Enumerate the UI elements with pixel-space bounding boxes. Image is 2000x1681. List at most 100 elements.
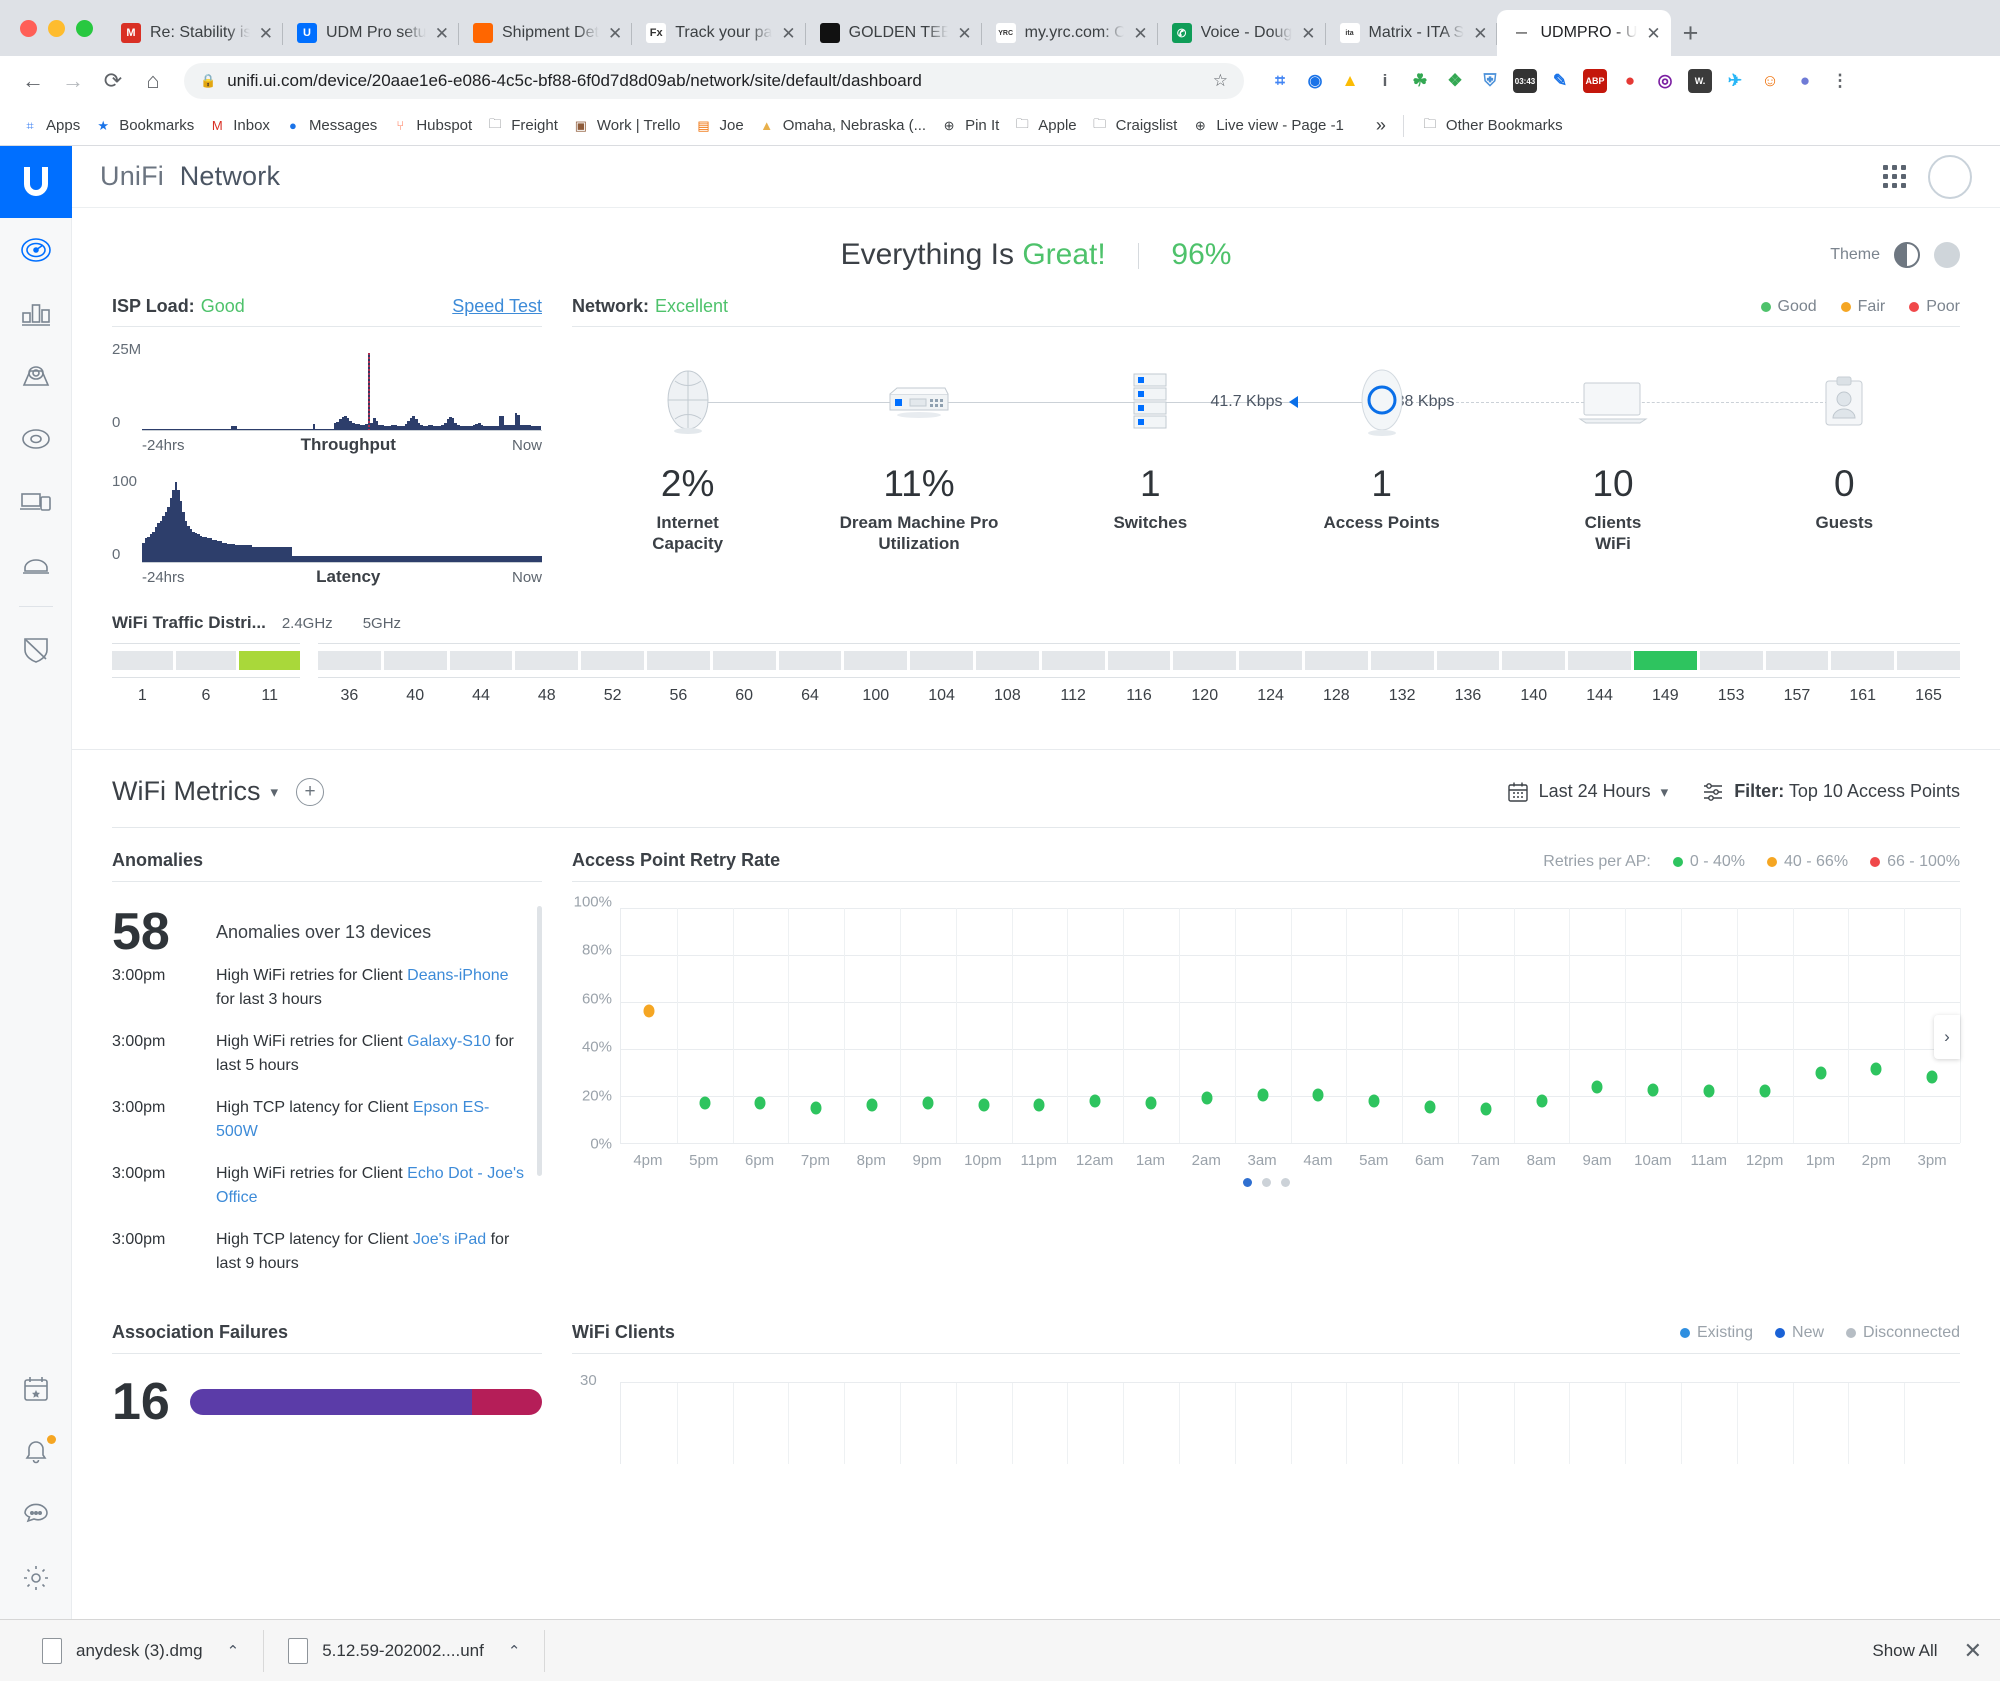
time-range-picker[interactable]: Last 24 Hours ▾ (1507, 781, 1668, 803)
forward-icon[interactable]: → (56, 64, 90, 98)
tab-close-icon[interactable]: ✕ (957, 25, 971, 42)
channel-cell[interactable] (844, 651, 908, 670)
channel-cell[interactable] (383, 651, 447, 670)
sidebar-item-devices[interactable] (0, 407, 72, 470)
data-point[interactable] (810, 1101, 822, 1115)
access-points-node[interactable]: 1 Access Points (1266, 363, 1497, 533)
tab-close-icon[interactable]: ✕ (1133, 25, 1147, 42)
data-point[interactable] (978, 1098, 990, 1112)
channel-cell[interactable] (646, 651, 710, 670)
channel-cell[interactable] (1436, 651, 1500, 670)
channel-cell[interactable] (449, 651, 513, 670)
theme-switcher[interactable]: Theme (1830, 242, 1960, 268)
minimize-window-button[interactable] (48, 19, 65, 37)
channel-cell[interactable] (112, 651, 173, 670)
close-window-button[interactable] (20, 19, 37, 37)
add-widget-button[interactable]: + (296, 777, 325, 806)
tab-close-icon[interactable]: ✕ (1301, 25, 1315, 42)
clients-node[interactable]: 10 Clients WiFi (1497, 363, 1728, 555)
red-dot-icon[interactable]: ● (1618, 69, 1642, 93)
channel-cell[interactable] (1502, 651, 1566, 670)
channel-cell[interactable] (515, 651, 579, 670)
data-point[interactable] (1424, 1100, 1436, 1114)
bookmark-item[interactable]: 🗀 Freight (479, 113, 565, 139)
channel-cell[interactable] (1041, 651, 1105, 670)
browser-tab[interactable]: ita Matrix - ITA S ✕ (1326, 10, 1498, 56)
channel-cell[interactable] (581, 651, 644, 670)
band-5-track[interactable] (318, 644, 1960, 677)
channel-cell[interactable] (1370, 651, 1434, 670)
channel-cell[interactable] (1568, 651, 1631, 670)
browser-tab[interactable]: Fx Track your pa ✕ (632, 10, 807, 56)
channel-cell[interactable] (1633, 651, 1697, 670)
data-point[interactable] (866, 1098, 878, 1112)
sidebar-item-statistics[interactable] (0, 281, 72, 344)
pagination-dot[interactable] (1242, 1178, 1252, 1187)
pagination-dot[interactable] (1261, 1178, 1271, 1187)
data-point[interactable] (1759, 1084, 1771, 1098)
anomaly-client-link[interactable]: Deans-iPhone (407, 967, 508, 984)
data-point[interactable] (1870, 1062, 1882, 1076)
account-avatar[interactable] (1928, 154, 1972, 199)
theme-dark-toggle[interactable] (1934, 242, 1960, 268)
filter-control[interactable]: Filter: Top 10 Access Points (1702, 781, 1960, 803)
gateway-node[interactable]: 11% Dream Machine Pro Utilization (803, 363, 1034, 555)
channel-cell[interactable] (778, 651, 842, 670)
tab-close-icon[interactable]: ✕ (259, 25, 273, 42)
blue-circle-icon[interactable]: ◉ (1303, 69, 1327, 93)
orange-icon[interactable]: ☺ (1758, 69, 1782, 93)
wifi-metrics-selector[interactable]: WiFi Metrics ▾ (112, 776, 278, 807)
sidebar-item-security[interactable] (0, 617, 72, 680)
data-point[interactable] (1033, 1098, 1045, 1112)
menu-icon[interactable]: ⋮ (1828, 69, 1852, 93)
browser-tab[interactable]: YRC my.yrc.com: C ✕ (982, 10, 1158, 56)
bookmark-item[interactable]: 🗀 Craigslist (1084, 113, 1185, 139)
data-point[interactable] (1312, 1088, 1324, 1102)
w-icon[interactable]: W. (1688, 69, 1712, 93)
anomaly-client-link[interactable]: Echo Dot - Joe's Office (216, 1165, 524, 1206)
data-point[interactable] (1926, 1070, 1938, 1084)
data-point[interactable] (1647, 1083, 1659, 1097)
data-point[interactable] (922, 1096, 934, 1110)
maximize-window-button[interactable] (76, 19, 93, 37)
pencil-icon[interactable]: ✎ (1548, 69, 1572, 93)
data-point[interactable] (754, 1096, 766, 1110)
channel-cell[interactable] (1831, 651, 1895, 670)
window-controls[interactable] (14, 0, 107, 56)
bookmark-item[interactable]: ★ Bookmarks (87, 113, 201, 139)
bookmark-item[interactable]: 🗀 Apple (1006, 113, 1083, 139)
profile-icon[interactable]: ● (1793, 69, 1817, 93)
chart-pagination[interactable] (572, 1178, 1960, 1187)
channel-cell[interactable] (1304, 651, 1368, 670)
sidebar-item-events[interactable] (0, 1357, 72, 1420)
data-point[interactable] (1536, 1094, 1548, 1108)
show-all-downloads-button[interactable]: Show All (1872, 1641, 1937, 1661)
next-page-button[interactable]: › (1934, 1015, 1960, 1059)
data-point[interactable] (1257, 1088, 1269, 1102)
internet-node[interactable]: 2% Internet Capacity (572, 363, 803, 555)
download-menu-icon[interactable]: ⌃ (227, 1642, 240, 1660)
browser-tab[interactable]: M Re: Stability is ✕ (107, 10, 283, 56)
theme-auto-toggle[interactable] (1894, 242, 1920, 268)
channel-cell[interactable] (1107, 651, 1171, 670)
pagination-dot[interactable] (1280, 1178, 1290, 1187)
tab-close-icon[interactable]: ✕ (435, 25, 449, 42)
green-leaf-icon[interactable]: ☘ (1408, 69, 1432, 93)
sidebar-item-alerts[interactable] (0, 1420, 72, 1483)
data-point[interactable] (1480, 1102, 1492, 1116)
bookmark-item[interactable]: ⊕ Pin It (933, 113, 1006, 139)
telegram-icon[interactable]: ✈ (1723, 69, 1747, 93)
data-point[interactable] (1591, 1080, 1603, 1094)
browser-tab[interactable]: U UDM Pro setu ✕ (283, 10, 459, 56)
channel-cell[interactable] (1897, 651, 1960, 670)
channel-cell[interactable] (910, 651, 973, 670)
channel-cell[interactable] (975, 651, 1039, 670)
abp-icon[interactable]: ABP (1583, 69, 1607, 93)
shield-icon[interactable]: ⛨ (1478, 69, 1502, 93)
browser-tab[interactable]: ✆ Voice - Doug ✕ (1158, 10, 1326, 56)
back-icon[interactable]: ← (16, 64, 50, 98)
tab-close-icon[interactable]: ✕ (781, 25, 795, 42)
bookmark-item[interactable]: M Inbox (201, 113, 277, 139)
channel-cell[interactable] (1765, 651, 1829, 670)
tab-close-icon[interactable]: ✕ (608, 25, 622, 42)
